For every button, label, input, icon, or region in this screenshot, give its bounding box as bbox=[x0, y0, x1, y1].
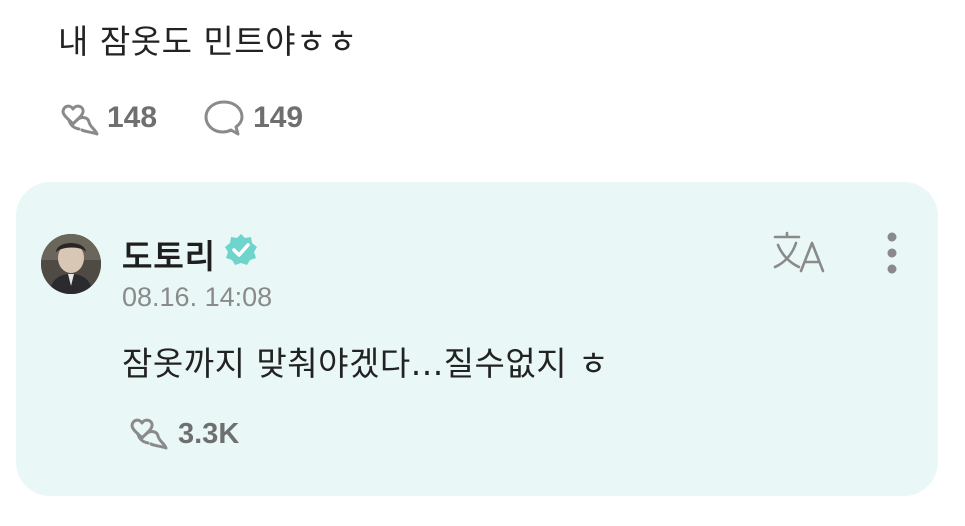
comment-count: 149 bbox=[253, 101, 304, 134]
reply-like-count: 3.3K bbox=[178, 417, 240, 450]
reply-like-button[interactable]: 3.3K bbox=[124, 412, 239, 456]
reply-text: 잠옷까지 맞춰야겠다...질수없지 ㅎ bbox=[122, 344, 609, 383]
author-name[interactable]: 도토리 bbox=[122, 230, 216, 278]
avatar[interactable] bbox=[41, 234, 101, 294]
translate-icon bbox=[772, 231, 828, 277]
timestamp: 08.16. 14:08 bbox=[122, 282, 273, 312]
like-button[interactable]: 148 bbox=[55, 98, 157, 138]
heart-hand-icon bbox=[55, 98, 101, 138]
post: 내 잠옷도 민트야ㅎㅎ 148 149 bbox=[0, 0, 965, 170]
comment-bubble-icon bbox=[201, 98, 247, 138]
post-stats: 148 149 bbox=[55, 98, 347, 138]
reply-stats: 3.3K bbox=[124, 412, 239, 456]
translate-button[interactable] bbox=[770, 231, 830, 277]
like-count: 148 bbox=[107, 101, 158, 134]
comment-button[interactable]: 149 bbox=[201, 98, 303, 138]
heart-hand-icon bbox=[124, 412, 170, 456]
verified-badge-icon bbox=[223, 232, 259, 268]
post-text: 내 잠옷도 민트야ㅎㅎ bbox=[58, 22, 358, 61]
more-options-button[interactable] bbox=[874, 230, 910, 280]
more-vertical-icon bbox=[886, 231, 898, 279]
reply-card: 도토리 08.16. 14:08 잠옷까지 맞춰야겠다...질수없지 ㅎ 3.3… bbox=[16, 182, 938, 496]
